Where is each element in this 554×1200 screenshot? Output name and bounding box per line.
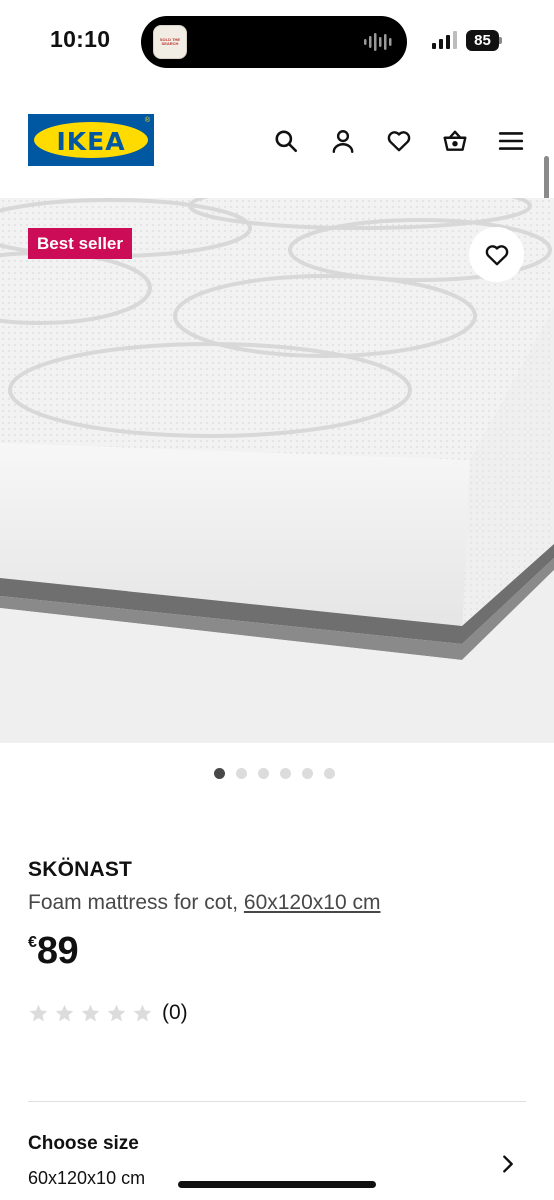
carousel-dot[interactable]: [324, 768, 335, 779]
star-icon: [55, 1004, 74, 1022]
signal-bars-icon: [432, 31, 457, 49]
home-indicator[interactable]: [178, 1181, 376, 1188]
mattress-illustration: [0, 198, 554, 743]
basket-icon[interactable]: [440, 126, 470, 156]
carousel-dot[interactable]: [280, 768, 291, 779]
account-icon[interactable]: [328, 126, 358, 156]
status-bar: 10:10 SOLD THE SEARCH 85: [0, 0, 554, 86]
carousel-dot[interactable]: [302, 768, 313, 779]
rating-stars[interactable]: [28, 1003, 153, 1024]
best-seller-badge: Best seller: [28, 228, 132, 259]
dynamic-island[interactable]: SOLD THE SEARCH: [141, 16, 407, 68]
carousel-dot[interactable]: [214, 768, 225, 779]
favourite-button[interactable]: [469, 227, 524, 282]
battery-level: 85: [466, 30, 499, 51]
star-icon: [133, 1004, 152, 1022]
audio-wave-icon: [364, 33, 392, 51]
now-playing-thumbnail: SOLD THE SEARCH: [153, 25, 187, 59]
review-count[interactable]: (0): [162, 1001, 188, 1025]
carousel-dot[interactable]: [258, 768, 269, 779]
logo-wordmark: IKEA: [56, 127, 126, 156]
price-currency: €: [28, 934, 37, 951]
product-description-text: Foam mattress for cot,: [28, 891, 244, 914]
ikea-logo[interactable]: IKEA ®: [28, 114, 154, 166]
heart-icon: [485, 244, 508, 265]
now-playing-thumbnail-text: SOLD THE SEARCH: [159, 37, 181, 46]
price-amount: 89: [36, 930, 79, 972]
section-divider: [28, 1101, 526, 1102]
logo-registered-mark: ®: [144, 117, 150, 124]
product-description: Foam mattress for cot, 60x120x10 cm: [28, 891, 380, 915]
product-name: SKÖNAST: [28, 858, 133, 881]
product-image[interactable]: [0, 198, 554, 743]
selected-size: 60x120x10 cm: [28, 1168, 146, 1188]
star-icon: [107, 1004, 126, 1022]
carousel-dot[interactable]: [236, 768, 247, 779]
site-header: IKEA ®: [0, 86, 554, 198]
star-icon: [81, 1004, 100, 1022]
search-icon[interactable]: [271, 126, 301, 156]
product-size-link[interactable]: 60x120x10 cm: [244, 891, 381, 914]
star-icon: [29, 1004, 48, 1022]
choose-size-title: Choose size: [28, 1133, 139, 1154]
product-price: €89: [28, 930, 79, 973]
battery-nub: [499, 37, 502, 44]
menu-icon[interactable]: [496, 126, 526, 156]
clock: 10:10: [50, 26, 111, 52]
choose-size-row[interactable]: Choose size 60x120x10 cm: [0, 1120, 554, 1200]
chevron-right-icon: [503, 1155, 513, 1173]
heart-icon[interactable]: [384, 126, 414, 156]
image-carousel-dots: [214, 768, 335, 780]
battery-icon: 85: [466, 30, 502, 51]
